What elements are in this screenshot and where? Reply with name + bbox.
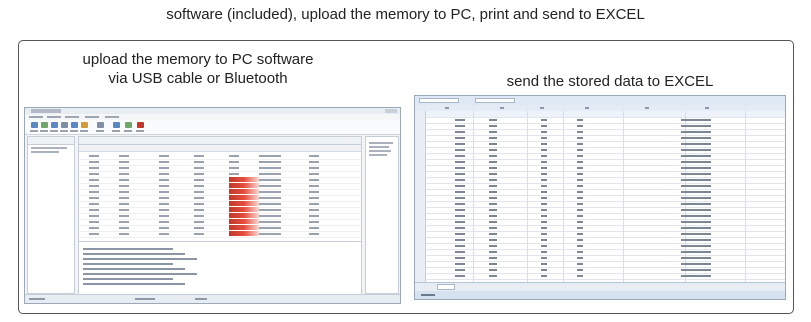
toolbar-icon xyxy=(61,122,68,128)
left-caption-line-1: upload the memory to PC software xyxy=(82,51,314,68)
highlight-bar xyxy=(229,231,259,236)
software-device-tree xyxy=(27,136,75,294)
highlight-bar xyxy=(229,183,259,188)
toolbar-icon xyxy=(113,122,120,128)
highlight-bar xyxy=(229,213,259,218)
software-properties-panel xyxy=(365,136,399,294)
name-box xyxy=(419,98,459,103)
toolbar-icon xyxy=(125,122,132,128)
software-data-panel xyxy=(78,136,362,294)
software-log-pane xyxy=(79,241,361,294)
excel-row xyxy=(425,273,785,279)
highlight-bar xyxy=(229,201,259,206)
formula-input xyxy=(475,98,515,103)
toolbar-icon xyxy=(137,122,144,128)
toolbar-icon xyxy=(71,122,78,128)
software-screenshot xyxy=(24,107,401,304)
toolbar-icon xyxy=(51,122,58,128)
software-data-table xyxy=(79,145,361,241)
left-caption: upload the memory to PC software via USB… xyxy=(18,50,378,88)
table-row xyxy=(79,231,361,238)
toolbar-icon xyxy=(41,122,48,128)
excel-screenshot xyxy=(414,95,786,300)
excel-status-bar xyxy=(415,291,785,299)
highlight-bar xyxy=(229,189,259,194)
software-toolbar xyxy=(25,120,400,135)
right-caption: send the stored data to EXCEL xyxy=(506,73,714,90)
highlight-bar xyxy=(229,177,259,182)
page-heading: software (included), upload the memory t… xyxy=(166,6,645,23)
software-status-bar xyxy=(25,294,400,303)
table-header xyxy=(79,145,361,152)
toolbar-icon xyxy=(97,122,104,128)
highlight-bar xyxy=(229,225,259,230)
highlight-bar xyxy=(229,207,259,212)
excel-sheet-tabs xyxy=(415,282,785,291)
toolbar-icon xyxy=(81,122,88,128)
left-caption-line-2: via USB cable or Bluetooth xyxy=(108,70,288,87)
toolbar-icon xyxy=(31,122,38,128)
sheet-tab xyxy=(437,284,455,290)
highlight-bar xyxy=(229,219,259,224)
highlight-bar xyxy=(229,195,259,200)
window-controls-icon xyxy=(385,109,397,113)
